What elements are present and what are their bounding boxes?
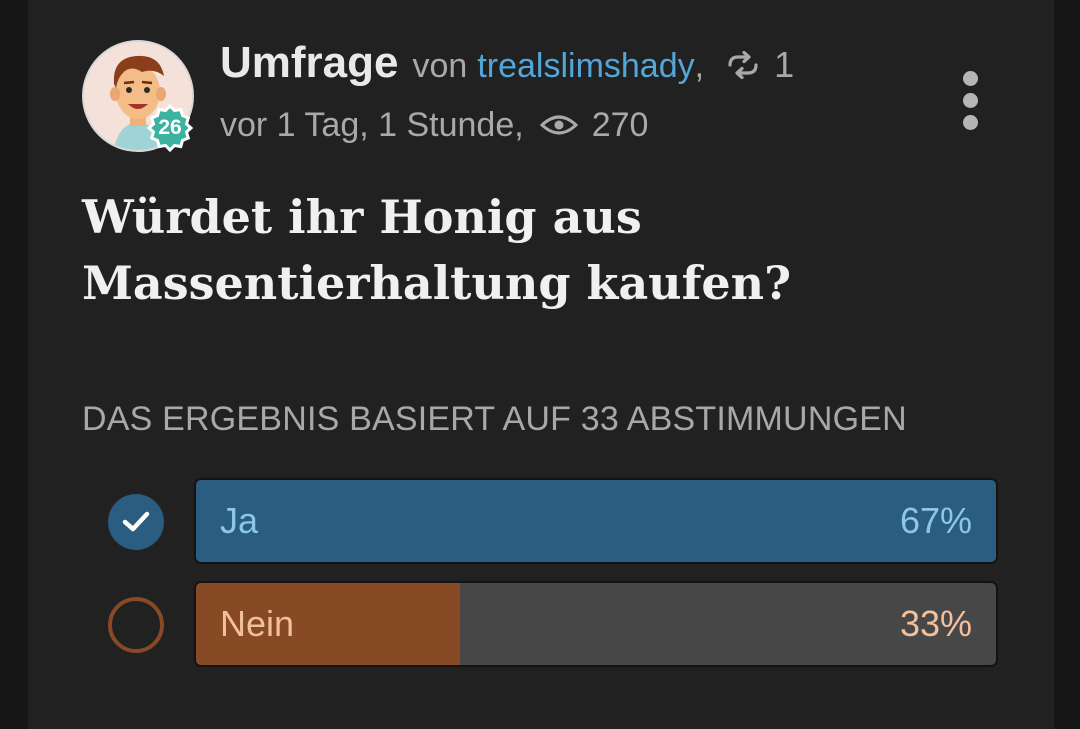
- poll-result-summary: DAS ERGEBNIS BASIERT AUF 33 ABSTIMMUNGEN: [82, 400, 907, 438]
- radio-unselected-icon[interactable]: [108, 597, 164, 653]
- separator-comma: ,: [694, 47, 705, 85]
- poll-option-bar[interactable]: Nein 33%: [194, 581, 998, 667]
- repost-count: 1: [774, 44, 795, 85]
- poll-question: Würdet ihr Honig aus Massentierhaltung k…: [82, 190, 792, 310]
- repost-icon: [728, 51, 758, 79]
- level-badge: 26: [146, 104, 194, 152]
- poll-option-label: Ja: [220, 500, 259, 541]
- eye-icon: [539, 115, 578, 135]
- poll-option-fill: [196, 480, 996, 562]
- poll-option-nein[interactable]: Nein 33%: [0, 581, 1080, 669]
- radio-selected-icon[interactable]: [108, 494, 164, 550]
- view-count: 270: [591, 105, 649, 144]
- poll-option-bar[interactable]: Ja 67%: [194, 478, 998, 564]
- poll-option-percent: 67%: [899, 500, 972, 541]
- poll-option-ja[interactable]: Ja 67%: [0, 478, 1080, 566]
- post-type-label: Umfrage: [220, 38, 399, 87]
- post-meta-primary: Umfrage von trealslimshady , 1: [220, 38, 794, 98]
- level-number: 26: [158, 116, 182, 139]
- post-time: vor 1 Tag, 1 Stunde,: [220, 105, 524, 144]
- by-label: von: [412, 47, 468, 85]
- author-link[interactable]: trealslimshady: [477, 47, 694, 86]
- poll-option-percent: 33%: [899, 603, 972, 644]
- post-meta-secondary: vor 1 Tag, 1 Stunde, 270: [220, 100, 648, 150]
- check-icon: [122, 511, 150, 532]
- more-vertical-icon[interactable]: [948, 64, 992, 134]
- poll-option-label: Nein: [220, 603, 295, 644]
